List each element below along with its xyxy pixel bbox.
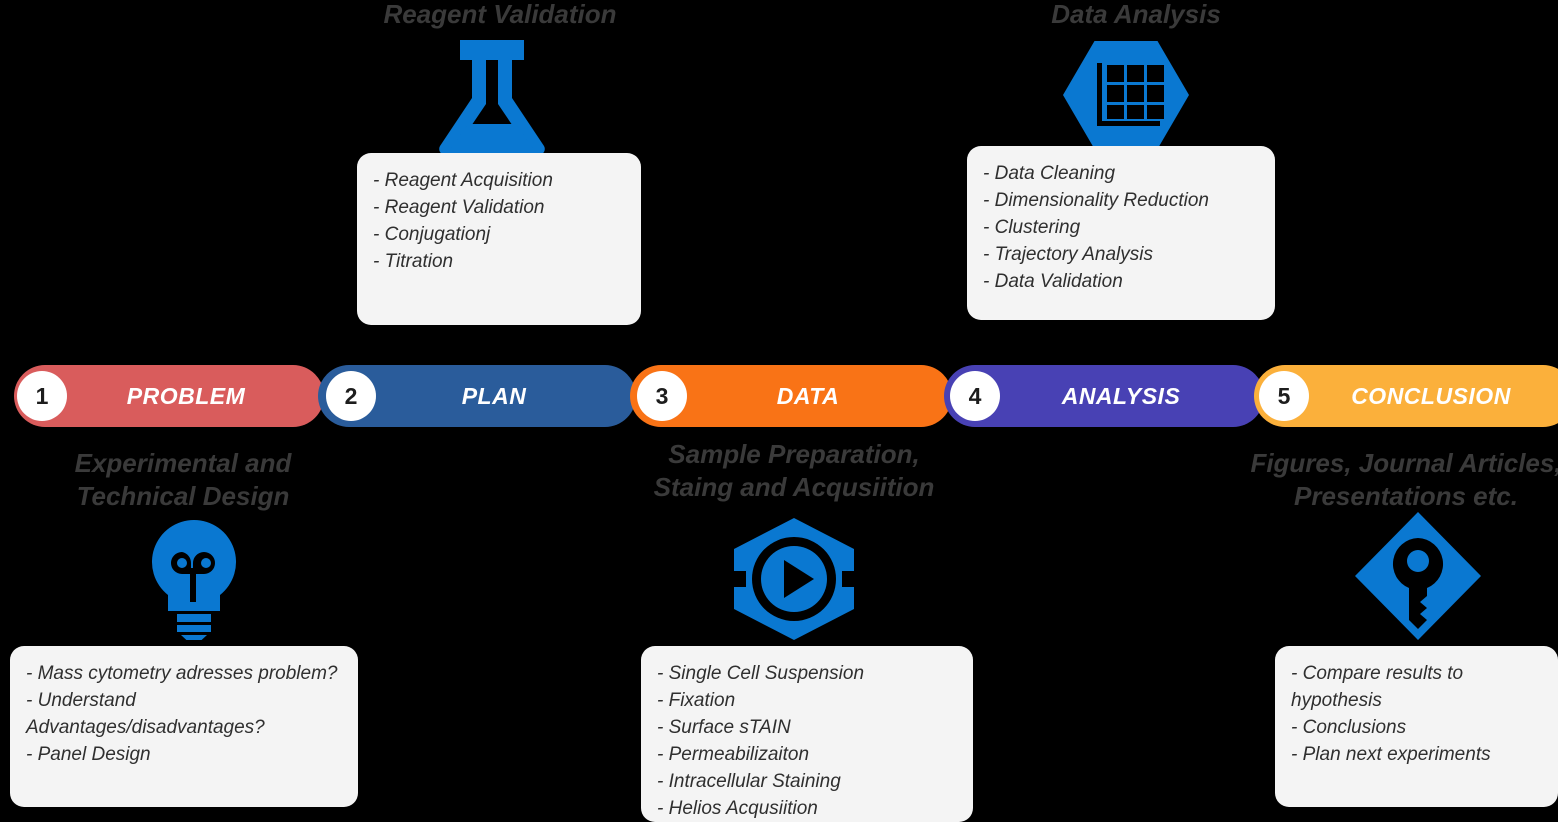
card-problem-list: - Mass cytometry adresses problem? - Und… — [26, 663, 338, 765]
heading-data-analysis: Data Analysis — [1051, 0, 1221, 29]
timeline-badge-2-number: 2 — [344, 382, 358, 409]
card-data-items: - Single Cell Suspension - Fixation - Su… — [641, 646, 973, 822]
flask-icon — [430, 32, 554, 154]
hexagon-grid-chart-icon — [1063, 41, 1189, 149]
workflow-diagram: Reagent Validation Data Analysis - Reage… — [0, 0, 1558, 822]
hexagon-play-icon — [734, 518, 854, 640]
card-plan-list: - Reagent Acquisition - Reagent Validati… — [373, 170, 553, 272]
diamond-key-icon — [1355, 512, 1481, 640]
card-conclusion-items: - Compare results to hypothesis - Conclu… — [1275, 646, 1558, 807]
card-analysis-items: - Data Cleaning - Dimensionality Reducti… — [967, 146, 1275, 320]
timeline-badge-1-number: 1 — [35, 382, 49, 409]
timeline-badge-2[interactable]: 2 — [326, 371, 376, 421]
lightbulb-icon — [148, 518, 240, 640]
card-problem-items: - Mass cytometry adresses problem? - Und… — [10, 646, 358, 807]
card-conclusion-list: - Compare results to hypothesis - Conclu… — [1291, 663, 1491, 765]
heading-reagent-validation: Reagent Validation — [383, 0, 617, 29]
timeline-badge-1[interactable]: 1 — [17, 371, 67, 421]
timeline-badge-4-number: 4 — [968, 382, 982, 409]
heading-experimental-design: Experimental and Technical Design — [74, 448, 292, 511]
card-data-list: - Single Cell Suspension - Fixation - Su… — [657, 663, 865, 819]
timeline-badge-5[interactable]: 5 — [1259, 371, 1309, 421]
timeline-badge-3[interactable]: 3 — [637, 371, 687, 421]
timeline-badge-4[interactable]: 4 — [950, 371, 1000, 421]
timeline-badge-5-number: 5 — [1277, 382, 1291, 409]
heading-figures-output: Figures, Journal Articles, Presentations… — [1250, 448, 1558, 511]
timeline-bar: PROBLEM PLAN DATA ANALYSIS CONCLUSION 1 … — [0, 365, 1558, 427]
card-plan-items: - Reagent Acquisition - Reagent Validati… — [357, 153, 641, 325]
card-analysis-list: - Data Cleaning - Dimensionality Reducti… — [983, 163, 1209, 292]
heading-sample-preparation: Sample Preparation, Staing and Acqusiiti… — [653, 439, 935, 502]
timeline-badge-3-number: 3 — [655, 382, 669, 409]
